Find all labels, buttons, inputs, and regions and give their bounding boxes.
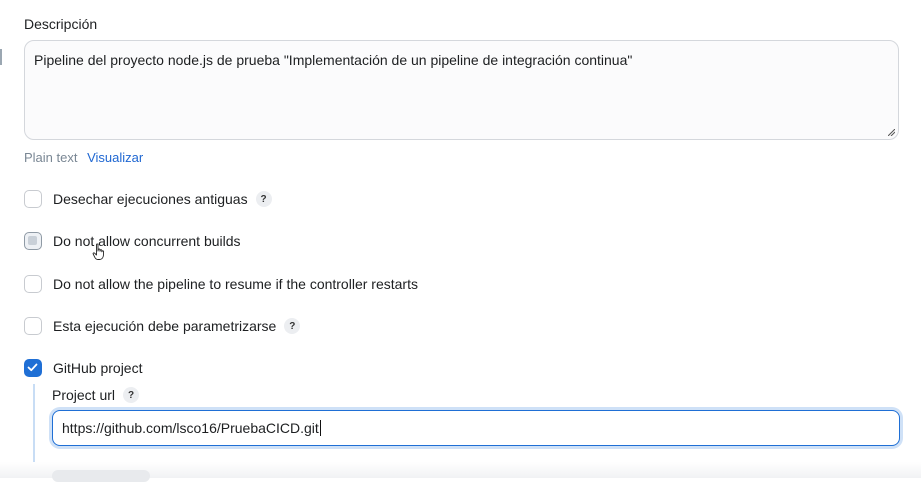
github-project-label: GitHub project [53, 360, 143, 376]
github-project-checkbox[interactable] [24, 359, 42, 377]
description-textarea[interactable]: Pipeline del proyecto node.js de prueba … [24, 40, 899, 140]
option-parametrized[interactable]: Esta ejecución debe parametrizarse ? [24, 314, 301, 338]
description-label: Descripción [24, 16, 98, 32]
help-icon[interactable]: ? [123, 387, 140, 403]
discard-old-builds-checkbox[interactable] [24, 190, 42, 208]
discard-old-builds-label: Desechar ejecuciones antiguas [53, 191, 248, 207]
option-no-resume[interactable]: Do not allow the pipeline to resume if t… [24, 272, 418, 296]
project-url-label-row: Project url ? [52, 387, 140, 403]
project-url-input[interactable]: https://github.com/lsco16/PruebaCICD.git [52, 410, 900, 446]
no-resume-label: Do not allow the pipeline to resume if t… [53, 276, 418, 292]
no-resume-checkbox[interactable] [24, 275, 42, 293]
preview-link[interactable]: Visualizar [87, 150, 143, 165]
hand-pointer-cursor-icon [92, 243, 105, 260]
option-discard-old-builds[interactable]: Desechar ejecuciones antiguas ? [24, 187, 272, 211]
parametrized-checkbox[interactable] [24, 317, 42, 335]
left-edge-marker [0, 49, 2, 65]
format-links: Plain text Visualizar [24, 150, 143, 165]
help-icon[interactable]: ? [284, 318, 301, 334]
description-text: Pipeline del proyecto node.js de prueba … [34, 52, 633, 68]
checkmark-icon [27, 363, 38, 372]
advanced-button[interactable] [52, 470, 150, 482]
no-concurrent-builds-label: Do not allow concurrent builds [53, 233, 241, 249]
no-concurrent-builds-checkbox[interactable] [24, 232, 42, 250]
resize-grip-icon[interactable] [888, 129, 895, 136]
text-caret [319, 420, 321, 436]
option-github-project[interactable]: GitHub project [24, 356, 142, 380]
help-icon[interactable]: ? [255, 191, 272, 207]
plain-text-link[interactable]: Plain text [24, 150, 77, 165]
option-no-concurrent-builds[interactable]: Do not allow concurrent builds [24, 229, 241, 253]
parametrized-label: Esta ejecución debe parametrizarse [53, 318, 277, 334]
project-url-label: Project url [52, 387, 116, 403]
project-url-value: https://github.com/lsco16/PruebaCICD.git [62, 420, 319, 436]
